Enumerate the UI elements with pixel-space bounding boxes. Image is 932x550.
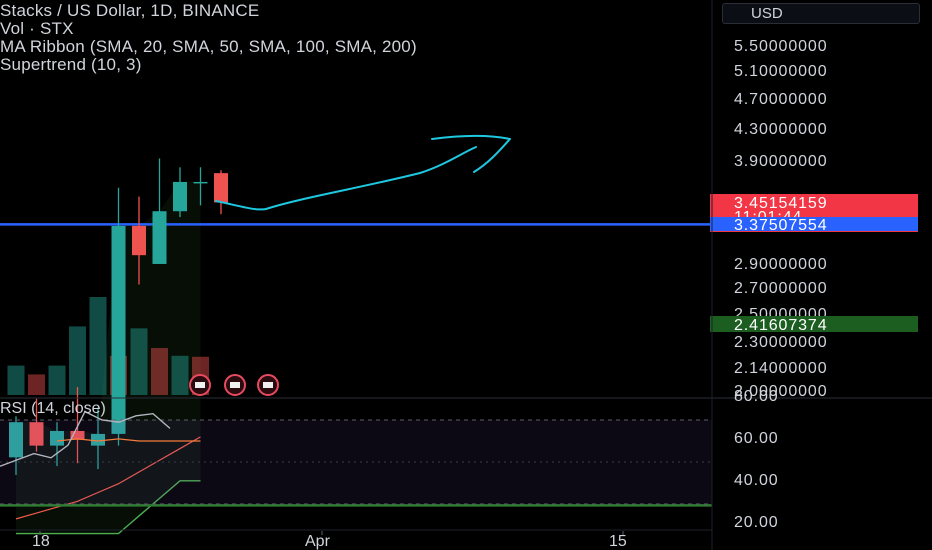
price-axis-tick: 4.30000000	[734, 121, 828, 138]
time-axis-tick: 18	[32, 533, 50, 550]
legend-volume[interactable]: Vol · STX	[0, 20, 712, 38]
legend-symbol-title[interactable]: Stacks / US Dollar, 1D, BINANCE	[0, 2, 712, 20]
legend-ma-ribbon[interactable]: MA Ribbon (SMA, 20, SMA, 50, SMA, 100, S…	[0, 38, 712, 56]
volume-bar	[130, 328, 148, 395]
price-axis-tick: 2.70000000	[734, 280, 828, 297]
event-flag-icon	[230, 382, 240, 388]
blue-line-price-label: 3.37507554	[734, 217, 828, 234]
green-line-price-label: 2.41607374	[734, 317, 828, 334]
price-axis-tick: 5.50000000	[734, 38, 828, 55]
rsi-axis-tick: 40.00	[734, 472, 779, 489]
candle-body	[173, 181, 187, 212]
volume-bar	[151, 347, 168, 395]
price-axis-tick: 5.10000000	[734, 63, 828, 80]
price-axis-tick: 4.70000000	[734, 91, 828, 108]
event-flag-icon	[263, 382, 273, 388]
currency-button[interactable]: USD	[722, 3, 920, 24]
price-axis-tick: 2.30000000	[734, 334, 828, 351]
price-axis-tick: 3.90000000	[734, 153, 828, 170]
price-axis-tick: 2.14000000	[734, 360, 828, 377]
rsi-axis-tick: 80.00	[734, 388, 779, 405]
candle-body	[152, 211, 167, 264]
price-axis-tick: 2.90000000	[734, 256, 828, 273]
candle-body	[111, 225, 126, 434]
candle-body	[214, 173, 228, 203]
volume-bar	[171, 355, 189, 395]
rsi-title[interactable]: RSI (14, close)	[0, 400, 106, 418]
rsi-axis-tick: 20.00	[734, 514, 779, 531]
volume-bar	[89, 297, 107, 395]
volume-bar	[7, 365, 25, 395]
chart-legend: Stacks / US Dollar, 1D, BINANCE Vol · ST…	[0, 2, 712, 74]
time-axis-tick: 15	[609, 533, 627, 550]
time-axis-tick: Apr	[305, 533, 331, 550]
volume-bar	[28, 374, 45, 395]
candle-body	[132, 225, 146, 256]
volume-bar	[48, 365, 66, 395]
candle-body	[193, 181, 208, 184]
price-chart[interactable]: 5.50000000 5.10000000 4.70000000 4.30000000…	[0, 0, 932, 550]
legend-supertrend[interactable]: Supertrend (10, 3)	[0, 56, 712, 74]
rsi-axis-tick: 60.00	[734, 430, 779, 447]
volume-bar	[69, 326, 86, 395]
event-flag-icon	[195, 382, 205, 388]
